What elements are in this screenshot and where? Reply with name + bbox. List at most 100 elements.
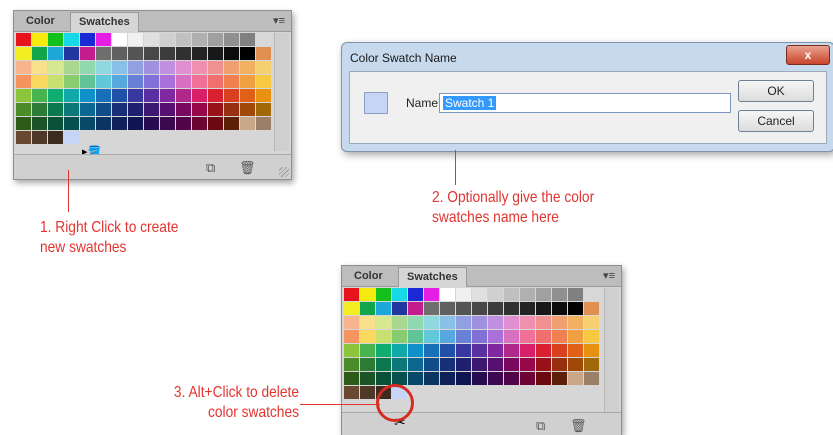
swatch[interactable]: [224, 75, 239, 88]
swatch[interactable]: [48, 131, 63, 144]
swatch[interactable]: [192, 117, 207, 130]
swatch[interactable]: [424, 330, 439, 343]
swatch[interactable]: [472, 344, 487, 357]
swatch[interactable]: [552, 288, 567, 301]
swatch[interactable]: [344, 288, 359, 301]
swatch[interactable]: [208, 103, 223, 116]
swatch[interactable]: [224, 117, 239, 130]
swatch[interactable]: [408, 372, 423, 385]
swatch[interactable]: [376, 358, 391, 371]
swatch[interactable]: [144, 47, 159, 60]
panel-menu-icon[interactable]: ▾≡: [273, 14, 285, 27]
swatch[interactable]: [96, 47, 111, 60]
swatch[interactable]: [80, 117, 95, 130]
swatch[interactable]: [504, 288, 519, 301]
swatch[interactable]: [16, 117, 31, 130]
scrollbar[interactable]: [604, 288, 619, 412]
swatch[interactable]: [392, 316, 407, 329]
swatch[interactable]: [240, 47, 255, 60]
swatch[interactable]: [48, 103, 63, 116]
swatch[interactable]: [160, 117, 175, 130]
swatch[interactable]: [424, 302, 439, 315]
swatch[interactable]: [80, 75, 95, 88]
swatch[interactable]: [144, 89, 159, 102]
panel-menu-icon[interactable]: ▾≡: [603, 269, 615, 282]
swatch[interactable]: [376, 288, 391, 301]
swatch[interactable]: [32, 47, 47, 60]
swatch[interactable]: [584, 358, 599, 371]
swatch[interactable]: [32, 103, 47, 116]
swatch[interactable]: [536, 302, 551, 315]
swatch[interactable]: [48, 75, 63, 88]
swatch[interactable]: [64, 89, 79, 102]
swatch[interactable]: [96, 103, 111, 116]
swatch[interactable]: [456, 316, 471, 329]
swatch[interactable]: [408, 288, 423, 301]
swatch[interactable]: [176, 117, 191, 130]
swatch[interactable]: [424, 358, 439, 371]
swatch[interactable]: [456, 344, 471, 357]
swatch[interactable]: [344, 358, 359, 371]
swatch[interactable]: [160, 33, 175, 46]
swatch[interactable]: [112, 117, 127, 130]
swatch[interactable]: [520, 288, 535, 301]
swatch[interactable]: [360, 302, 375, 315]
swatch[interactable]: [424, 344, 439, 357]
swatch[interactable]: [240, 117, 255, 130]
swatch[interactable]: [96, 75, 111, 88]
swatch[interactable]: [16, 131, 31, 144]
swatch[interactable]: [192, 33, 207, 46]
swatch[interactable]: [488, 358, 503, 371]
swatch[interactable]: [176, 89, 191, 102]
swatch[interactable]: [208, 47, 223, 60]
swatch[interactable]: [240, 103, 255, 116]
swatch[interactable]: [208, 117, 223, 130]
swatch[interactable]: [160, 47, 175, 60]
swatch[interactable]: [80, 89, 95, 102]
swatch[interactable]: [80, 61, 95, 74]
swatch[interactable]: [392, 302, 407, 315]
swatch[interactable]: [360, 386, 375, 399]
swatch[interactable]: [520, 302, 535, 315]
swatch[interactable]: [536, 358, 551, 371]
ok-button[interactable]: OK: [738, 80, 814, 102]
swatch[interactable]: [520, 372, 535, 385]
swatch[interactable]: [488, 372, 503, 385]
swatch[interactable]: [568, 372, 583, 385]
swatch[interactable]: [176, 33, 191, 46]
swatch[interactable]: [584, 316, 599, 329]
swatch[interactable]: [344, 302, 359, 315]
swatch[interactable]: [160, 103, 175, 116]
swatch[interactable]: [568, 344, 583, 357]
swatch[interactable]: [392, 288, 407, 301]
swatch[interactable]: [376, 330, 391, 343]
swatch[interactable]: [144, 75, 159, 88]
swatch[interactable]: [208, 89, 223, 102]
swatch[interactable]: [360, 330, 375, 343]
swatch[interactable]: [64, 75, 79, 88]
swatch[interactable]: [344, 316, 359, 329]
swatch[interactable]: [392, 330, 407, 343]
swatch[interactable]: [192, 47, 207, 60]
swatch[interactable]: [224, 103, 239, 116]
swatch[interactable]: [128, 47, 143, 60]
swatch[interactable]: [256, 47, 271, 60]
swatch[interactable]: [520, 330, 535, 343]
swatch[interactable]: [392, 358, 407, 371]
swatch[interactable]: [568, 330, 583, 343]
swatch[interactable]: [16, 75, 31, 88]
swatch[interactable]: [456, 330, 471, 343]
swatch[interactable]: [424, 288, 439, 301]
swatch[interactable]: [32, 89, 47, 102]
swatch[interactable]: [16, 61, 31, 74]
swatch[interactable]: [440, 302, 455, 315]
swatch[interactable]: [160, 75, 175, 88]
swatch[interactable]: [32, 75, 47, 88]
swatch[interactable]: [568, 302, 583, 315]
swatch[interactable]: [256, 103, 271, 116]
swatch[interactable]: [96, 33, 111, 46]
swatch[interactable]: [520, 358, 535, 371]
swatch[interactable]: [64, 131, 79, 144]
swatch[interactable]: [488, 330, 503, 343]
swatch[interactable]: [208, 33, 223, 46]
